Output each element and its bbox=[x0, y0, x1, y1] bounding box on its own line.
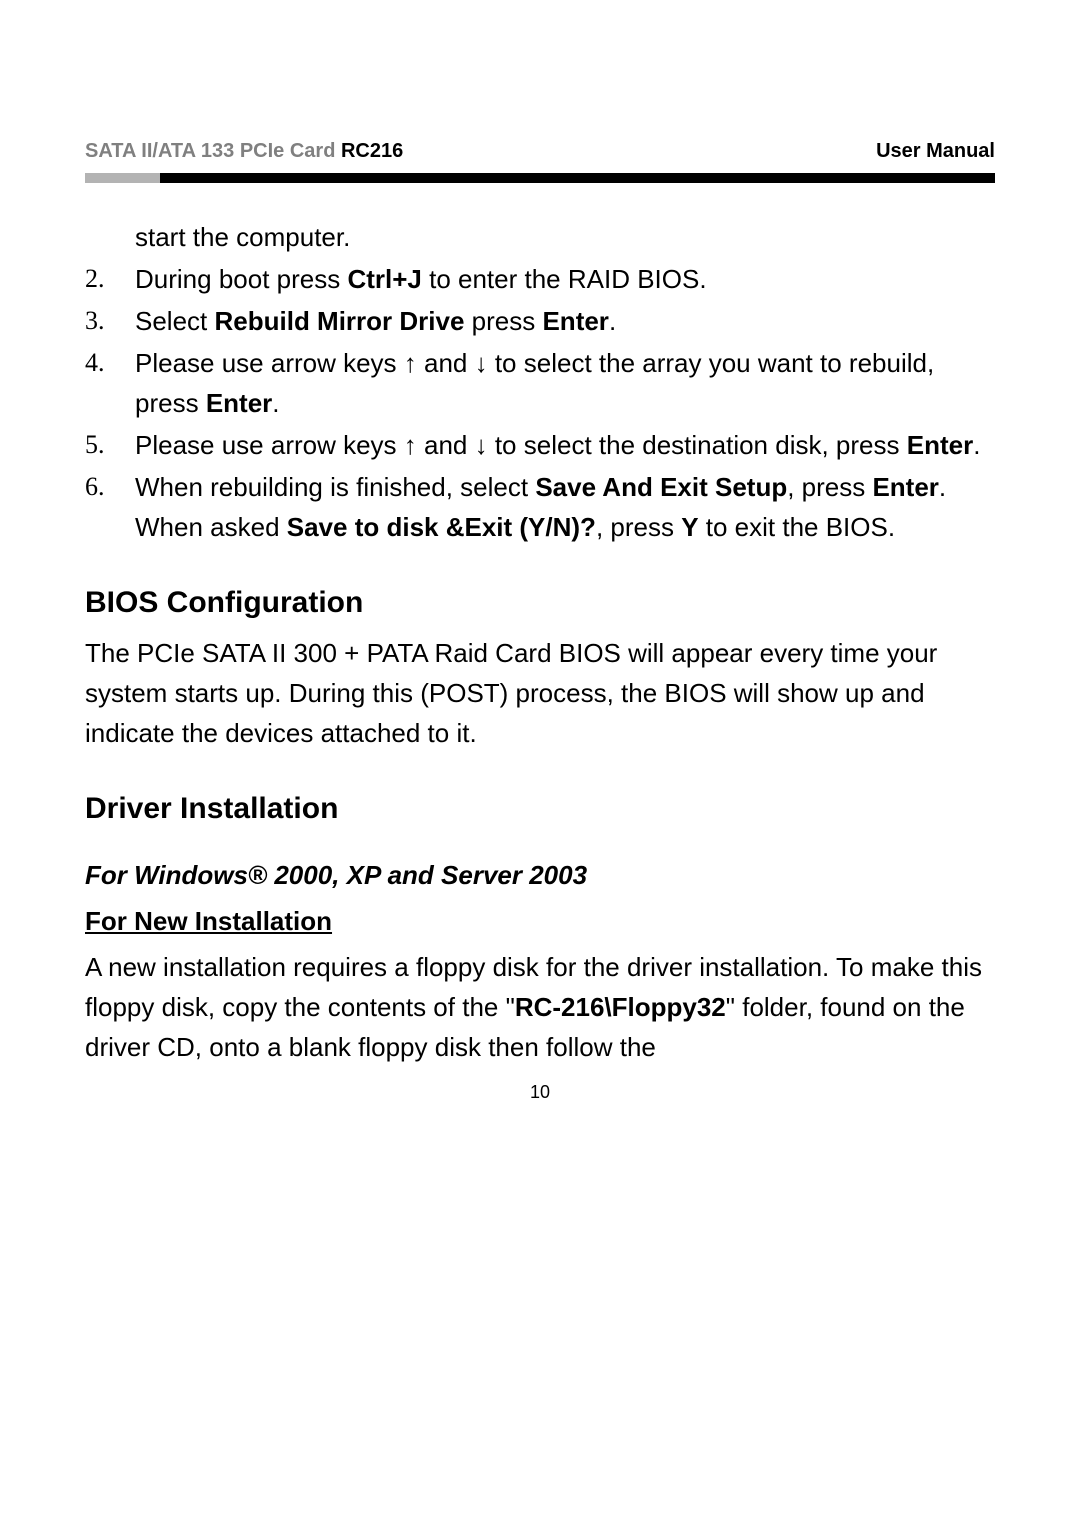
step-text: During boot press Ctrl+J to enter the RA… bbox=[135, 259, 995, 299]
step-6: 6. When rebuilding is finished, select S… bbox=[85, 467, 995, 547]
header-model: RC216 bbox=[341, 140, 403, 162]
rule-black-segment bbox=[160, 173, 995, 183]
header-right: User Manual bbox=[876, 140, 995, 163]
step-text: Please use arrow keys ↑ and ↓ to select … bbox=[135, 343, 995, 423]
numbered-steps: 2. During boot press Ctrl+J to enter the… bbox=[85, 259, 995, 547]
header-rule bbox=[85, 173, 995, 183]
step-number: 2. bbox=[85, 259, 135, 299]
windows-subheading: For Windows® 2000, XP and Server 2003 bbox=[85, 855, 995, 895]
bios-configuration-paragraph: The PCIe SATA II 300 + PATA Raid Card BI… bbox=[85, 633, 995, 753]
bios-configuration-heading: BIOS Configuration bbox=[85, 583, 995, 623]
header-left: SATA II/ATA 133 PCIe Card RC216 bbox=[85, 140, 403, 163]
new-installation-paragraph: A new installation requires a floppy dis… bbox=[85, 947, 995, 1067]
page-number: 10 bbox=[0, 1082, 1080, 1103]
step-5: 5. Please use arrow keys ↑ and ↓ to sele… bbox=[85, 425, 995, 465]
step-number: 5. bbox=[85, 425, 135, 465]
rule-grey-segment bbox=[85, 173, 160, 183]
new-installation-heading: For New Installation bbox=[85, 901, 995, 941]
driver-installation-heading: Driver Installation bbox=[85, 789, 995, 829]
header-product-line: SATA II/ATA 133 PCIe Card bbox=[85, 140, 341, 162]
step-text: When rebuilding is finished, select Save… bbox=[135, 467, 995, 547]
step-number: 3. bbox=[85, 301, 135, 341]
page-header: SATA II/ATA 133 PCIe Card RC216 User Man… bbox=[85, 140, 995, 163]
manual-page: SATA II/ATA 133 PCIe Card RC216 User Man… bbox=[0, 0, 1080, 1523]
step-text: Please use arrow keys ↑ and ↓ to select … bbox=[135, 425, 995, 465]
step-number: 6. bbox=[85, 467, 135, 547]
step-number: 4. bbox=[85, 343, 135, 423]
page-body: start the computer. 2. During boot press… bbox=[85, 217, 995, 1067]
step-3: 3. Select Rebuild Mirror Drive press Ent… bbox=[85, 301, 995, 341]
step-4: 4. Please use arrow keys ↑ and ↓ to sele… bbox=[85, 343, 995, 423]
step-2: 2. During boot press Ctrl+J to enter the… bbox=[85, 259, 995, 299]
step-1-continuation: start the computer. bbox=[135, 217, 995, 257]
step-text: Select Rebuild Mirror Drive press Enter. bbox=[135, 301, 995, 341]
